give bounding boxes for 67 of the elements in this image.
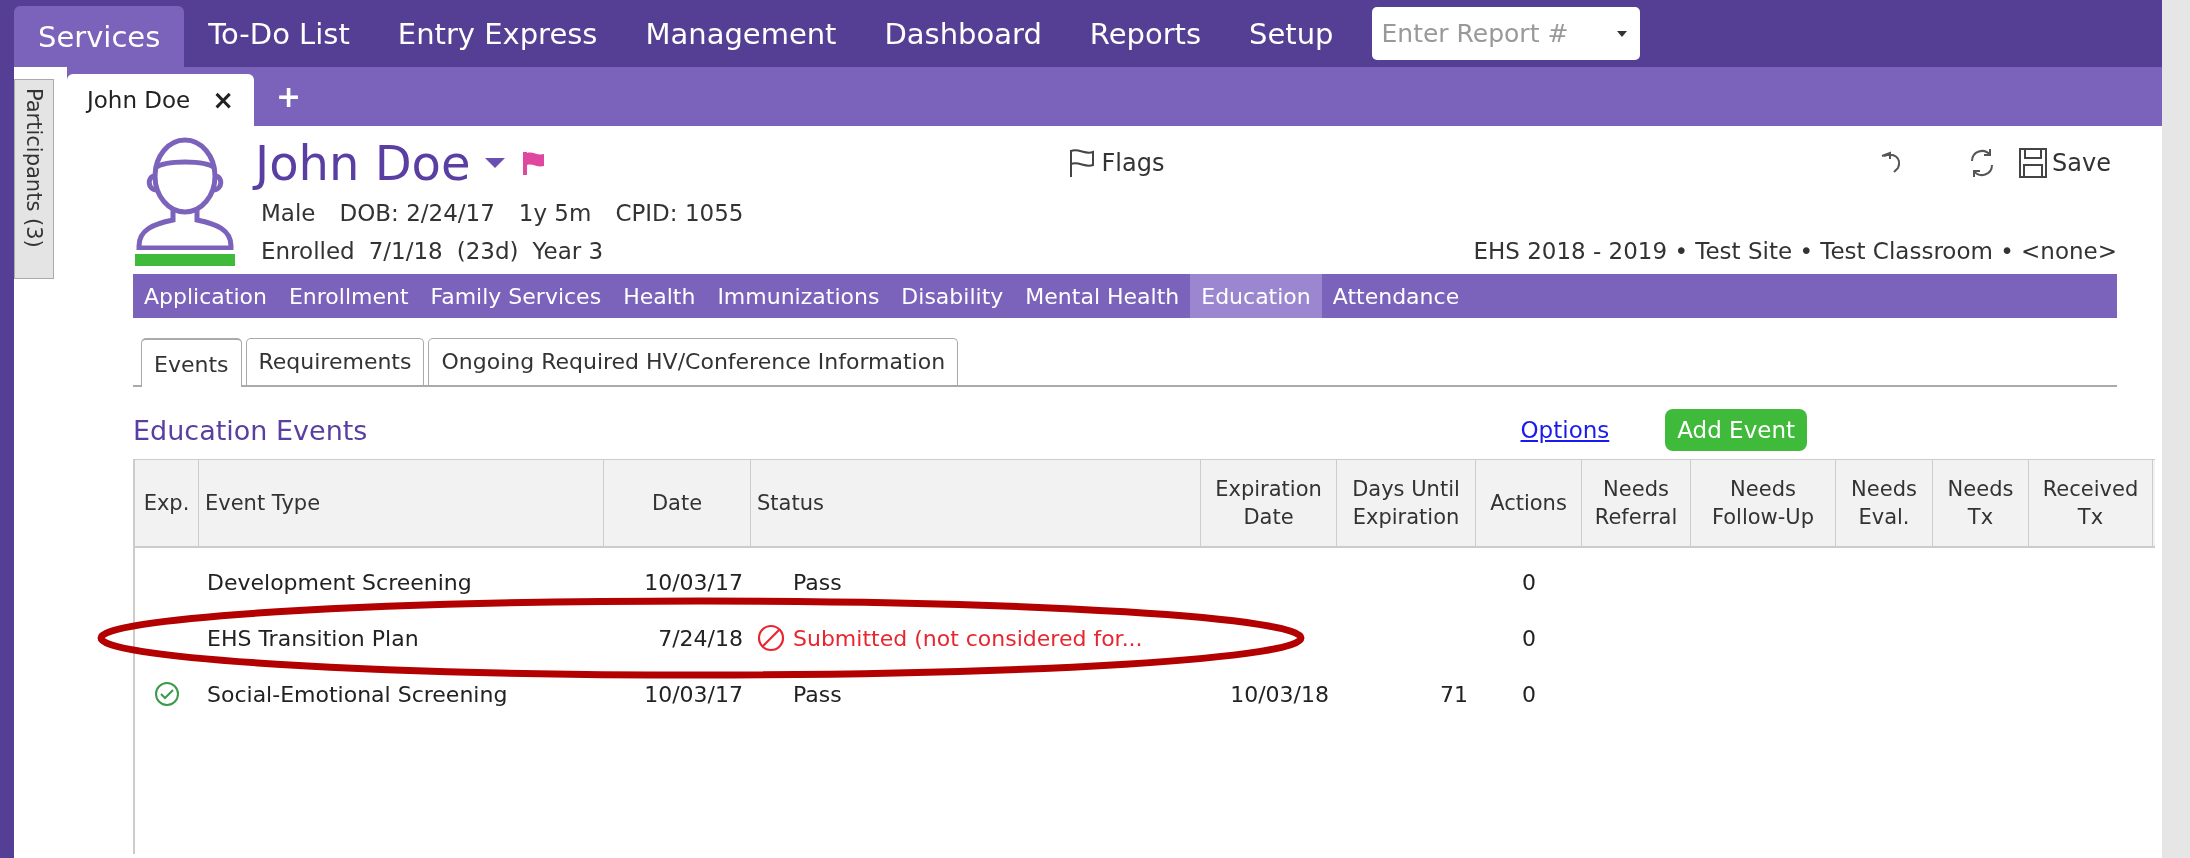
- section-tab[interactable]: Family Services: [419, 274, 613, 318]
- table-cell: 10/03/18: [1230, 681, 1329, 707]
- close-icon[interactable]: ×: [212, 85, 235, 115]
- section-title: Education Events: [133, 414, 368, 446]
- table-cell: 7/24/18: [658, 625, 743, 651]
- table-cell: 0: [1522, 681, 1536, 707]
- column-header: Status: [751, 460, 1201, 546]
- options-link[interactable]: Options: [1520, 417, 1610, 443]
- sub-tab[interactable]: Requirements: [245, 338, 425, 385]
- section-tab[interactable]: Attendance: [1321, 274, 1471, 318]
- age-text: 1y 5m: [518, 200, 592, 226]
- table-cell: 71: [1440, 681, 1468, 707]
- table-cell: 10/03/17: [644, 681, 743, 707]
- document-tab[interactable]: John Doe ×: [67, 74, 255, 126]
- menu-item[interactable]: To-Do List: [184, 0, 374, 67]
- column-header: Days Until Expiration: [1337, 460, 1476, 546]
- dob-text: DOB: 2/24/17: [339, 200, 495, 226]
- table-cell: Social-Emotional Screening: [207, 681, 508, 707]
- column-header: Actions: [1476, 460, 1582, 546]
- save-button[interactable]: Save: [2016, 145, 2113, 181]
- flag-icon[interactable]: [520, 150, 547, 176]
- section-tab[interactable]: Immunizations: [706, 274, 891, 318]
- table-cell: Development Screening: [207, 569, 472, 595]
- dropdown-caret-icon[interactable]: [1615, 29, 1628, 38]
- sub-tab[interactable]: Events: [141, 338, 242, 387]
- flag-outline-icon: [1067, 148, 1096, 178]
- flags-button[interactable]: Flags: [1065, 146, 1167, 180]
- program-text: EHS 2018 - 2019 • Test Site • Test Classroom • <none>: [1473, 238, 2117, 264]
- column-header: Needs Referral: [1582, 460, 1691, 546]
- column-header: Exp.: [135, 460, 199, 546]
- new-tab-button[interactable]: +: [254, 79, 324, 114]
- column-header: Received Tx: [2029, 460, 2153, 546]
- column-header: Needs Tx: [1933, 460, 2029, 546]
- menu-item[interactable]: Setup: [1225, 0, 1358, 67]
- menu-item[interactable]: Reports: [1065, 0, 1226, 67]
- status-text: Pass: [792, 681, 842, 707]
- participants-tab[interactable]: Participants (3): [14, 79, 54, 279]
- table-cell: 0: [1522, 625, 1536, 651]
- enrolled-date: 7/1/18: [368, 238, 443, 264]
- prohibited-icon: [757, 624, 785, 652]
- enrolled-days: (23d): [456, 238, 519, 264]
- gender-text: Male: [261, 200, 316, 226]
- section-tab[interactable]: Application: [133, 274, 278, 318]
- status-text: Pass: [792, 569, 842, 595]
- section-tab[interactable]: Health: [612, 274, 707, 318]
- column-header: Needs Follow-Up: [1691, 460, 1836, 546]
- report-number-field[interactable]: Enter Report #: [1371, 7, 1612, 60]
- table-cell: 0: [1522, 569, 1536, 595]
- sub-tab[interactable]: Ongoing Required HV/Conference Information: [428, 338, 959, 385]
- column-header: Expiration Date: [1201, 460, 1337, 546]
- section-tab[interactable]: Mental Health: [1014, 274, 1191, 318]
- cpid-text: CPID: 1055: [615, 200, 744, 226]
- caret-icon[interactable]: [484, 157, 507, 169]
- menu-item[interactable]: Services: [14, 6, 185, 67]
- column-header: Event Type: [199, 460, 604, 546]
- year-text: Year 3: [532, 238, 604, 264]
- table-cell: EHS Transition Plan: [207, 625, 419, 651]
- column-header: Needs Eval.: [1836, 460, 1933, 546]
- menu-item[interactable]: Management: [621, 0, 861, 67]
- status-text: Submitted (not considered for...: [793, 625, 1143, 651]
- menu-item[interactable]: Entry Express: [373, 0, 622, 67]
- enrolled-label: Enrolled: [261, 238, 355, 264]
- menu-item[interactable]: Dashboard: [860, 0, 1066, 67]
- column-header: Date: [604, 460, 751, 546]
- section-tab[interactable]: Disability: [890, 274, 1015, 318]
- table-cell: 10/03/17: [644, 569, 743, 595]
- section-tab[interactable]: Enrollment: [277, 274, 420, 318]
